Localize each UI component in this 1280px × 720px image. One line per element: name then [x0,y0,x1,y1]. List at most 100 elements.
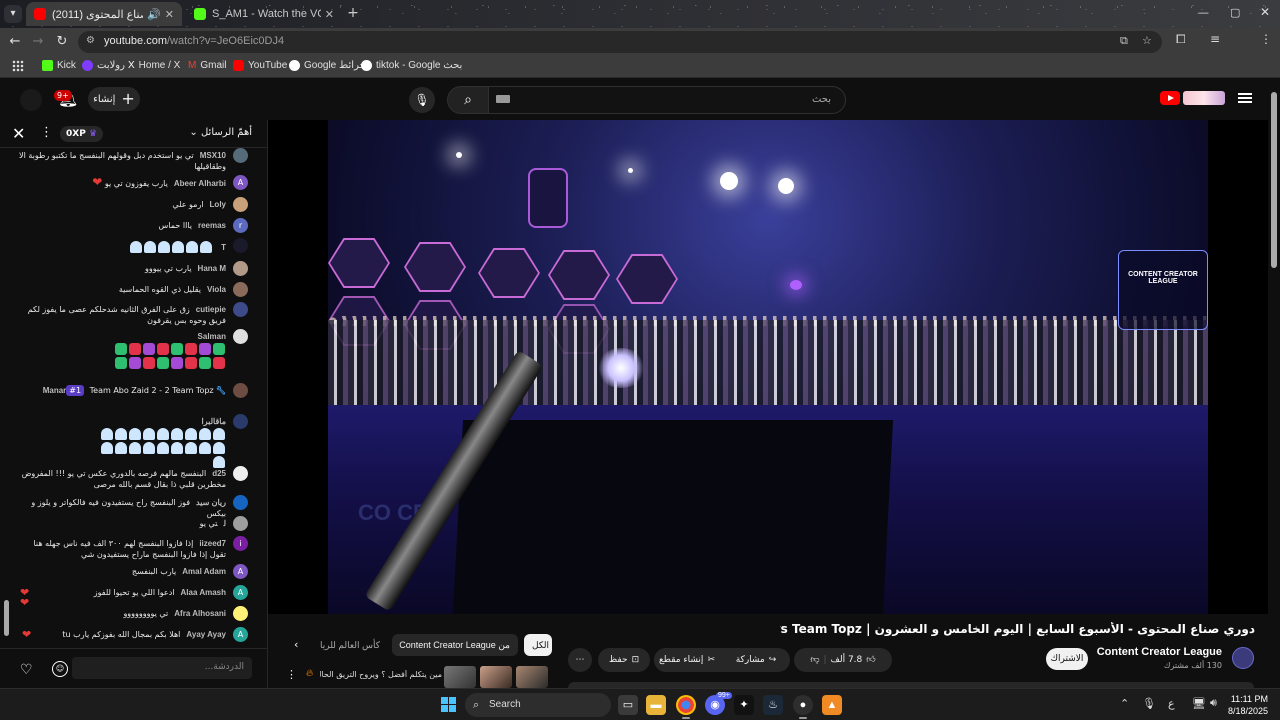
app-icon[interactable]: ✦ [734,695,754,715]
chat-author[interactable]: Hana M [198,264,226,273]
tray-overflow-icon[interactable]: ⌃ [1120,697,1129,710]
guide-menu-icon[interactable] [1238,93,1252,103]
create-button[interactable]: إنشاء + [88,87,140,111]
chat-avatar[interactable] [233,495,248,510]
chat-author[interactable]: Amal Adam [182,567,226,576]
like-icon[interactable]: 👍︎ [866,648,875,672]
chip-world-cup[interactable]: كأس العالم للرياضات الإلكترونية [320,634,388,656]
chat-avatar[interactable] [233,466,248,481]
window-close-icon[interactable]: ✕ [1260,5,1270,19]
chat-author[interactable]: d25 [212,469,226,478]
chat-scrollbar[interactable] [4,600,9,636]
video-player[interactable]: CO CRE CONTENT CREATOR LEAGUE [268,120,1268,614]
taskbar-search[interactable]: ⌕ Search [465,693,611,717]
back-arrow-icon[interactable]: ← [5,32,25,52]
chat-avatar[interactable]: i [233,536,248,551]
windows-start-icon[interactable] [441,697,456,712]
dislike-icon[interactable]: 👎︎ [810,648,819,672]
bookmark-kick[interactable]: Kick [42,60,76,71]
chevron-left-icon[interactable]: ‹ [294,638,298,651]
chat-author[interactable]: Abeer Alharbi [174,179,226,188]
save-button[interactable]: ⊡ حفظ [598,648,650,672]
chat-author[interactable]: Ayay Ayay [186,630,226,639]
chat-mode-dropdown[interactable]: أهمّ الرسائل ⌄ [189,127,252,138]
app-icon[interactable]: ▲ [822,695,842,715]
reading-list-icon[interactable]: ≡ [1210,32,1220,46]
site-info-icon[interactable]: ⚙ [86,35,95,46]
chat-more-options-icon[interactable]: ⋮ [40,125,53,140]
keyboard-icon[interactable] [496,95,510,103]
chat-author[interactable]: cutiepie [196,305,226,314]
bookmark-youtube[interactable]: YouTube [233,60,287,71]
channel-avatar[interactable] [1232,647,1254,669]
obs-icon[interactable]: ● [793,695,813,719]
up-next-item[interactable]: ⋮ 🔥︎ مين يتكلم أفضل ؟ ويروح التريق الحال… [284,664,552,688]
page-scrollbar[interactable] [1268,78,1280,688]
heart-reaction-icon[interactable]: ♡ [20,661,38,679]
youtube-logo[interactable] [1160,91,1225,105]
chat-author[interactable]: iizeed7 [199,539,226,548]
tab-close-icon[interactable]: ✕ [165,8,174,21]
apps-grid-icon[interactable] [12,60,24,72]
maximize-icon[interactable]: ▢ [1230,6,1240,19]
chat-avatar[interactable]: A [233,564,248,579]
new-tab-button[interactable]: + [344,5,362,23]
chat-avatar[interactable] [233,197,248,212]
bookmark-gmail[interactable]: M Gmail [188,60,226,71]
chat-avatar[interactable]: A [233,175,248,190]
chat-author[interactable]: ل [224,519,226,528]
tab-kick[interactable]: S_AM1 - Watch the VOD on Ki ✕ [186,2,342,26]
minimize-icon[interactable]: — [1198,6,1209,19]
chat-author[interactable]: T [221,243,226,252]
chat-avatar[interactable] [233,606,248,621]
chat-avatar[interactable] [233,329,248,344]
chat-author[interactable]: Viola [207,285,226,294]
account-avatar[interactable] [20,89,42,111]
chat-avatar[interactable]: r [233,218,248,233]
network-icon[interactable]: 🖥︎ [1192,697,1206,710]
bookmark-star-icon[interactable]: ☆ [1142,34,1152,47]
bookmark-google-maps[interactable]: Google خرائط [289,60,366,71]
browser-menu-icon[interactable]: ⋮ [1260,32,1272,46]
clip-button[interactable]: ✂ إنشاء مقطع [654,648,720,672]
chat-avatar[interactable] [233,238,248,253]
xp-badge[interactable]: 0XP ♛ [60,126,104,142]
reload-icon[interactable]: ↻ [52,32,72,52]
subscribe-button[interactable]: الاشتراك [1046,648,1088,670]
search-input[interactable]: بحث [488,86,846,114]
chat-close-icon[interactable]: ✕ [12,124,25,143]
microphone-icon[interactable]: 🎙︎ [1142,697,1156,710]
task-view-icon[interactable]: ▭ [618,695,638,715]
chat-avatar[interactable] [233,302,248,317]
file-explorer-icon[interactable]: ▬ [646,695,666,715]
chat-author[interactable]: Loly [210,200,226,209]
more-options-icon[interactable]: ⋮ [286,668,297,681]
chat-avatar[interactable] [233,148,248,163]
search-button[interactable]: ⌕ [447,86,489,114]
chat-author[interactable]: reemas [198,221,226,230]
cast-icon[interactable]: ⧉ [1120,34,1128,48]
page-scrollbar-thumb[interactable] [1271,92,1277,268]
chat-input[interactable]: الدردشة... [72,657,252,679]
chat-author[interactable]: Alaa Amash [181,588,227,597]
more-actions-button[interactable]: ⋯ [568,648,592,672]
share-button[interactable]: ↪ مشاركة [726,648,786,672]
tab-youtube[interactable]: (2011) دوري صناع المحتوى 🔊 ✕ [26,2,182,26]
forward-arrow-icon[interactable]: → [28,32,48,52]
chat-avatar[interactable] [233,414,248,429]
emoji-picker-icon[interactable]: ☺ [52,661,68,677]
video-frame[interactable]: CO CRE CONTENT CREATOR LEAGUE [328,120,1208,614]
bookmark-tiktok-search[interactable]: tiktok - Google بحث [361,60,462,71]
extensions-icon[interactable]: ⧠ [1176,32,1186,47]
chat-avatar[interactable] [233,383,248,398]
chat-author[interactable]: ماقالبرا [202,417,226,426]
bookmark-x[interactable]: X Home / X [128,60,180,71]
steam-icon[interactable]: ♨ [763,695,783,715]
volume-icon[interactable]: 🔊︎ [1210,697,1217,710]
chat-author[interactable]: ريان سيد [196,498,226,507]
chat-author[interactable]: Salman [198,332,226,341]
taskbar-clock[interactable]: 11:11 PM 8/18/2025 [1228,693,1268,717]
language-indicator[interactable]: ع [1168,697,1175,710]
chat-avatar[interactable]: A [233,627,248,642]
chat-avatar[interactable]: A [233,585,248,600]
